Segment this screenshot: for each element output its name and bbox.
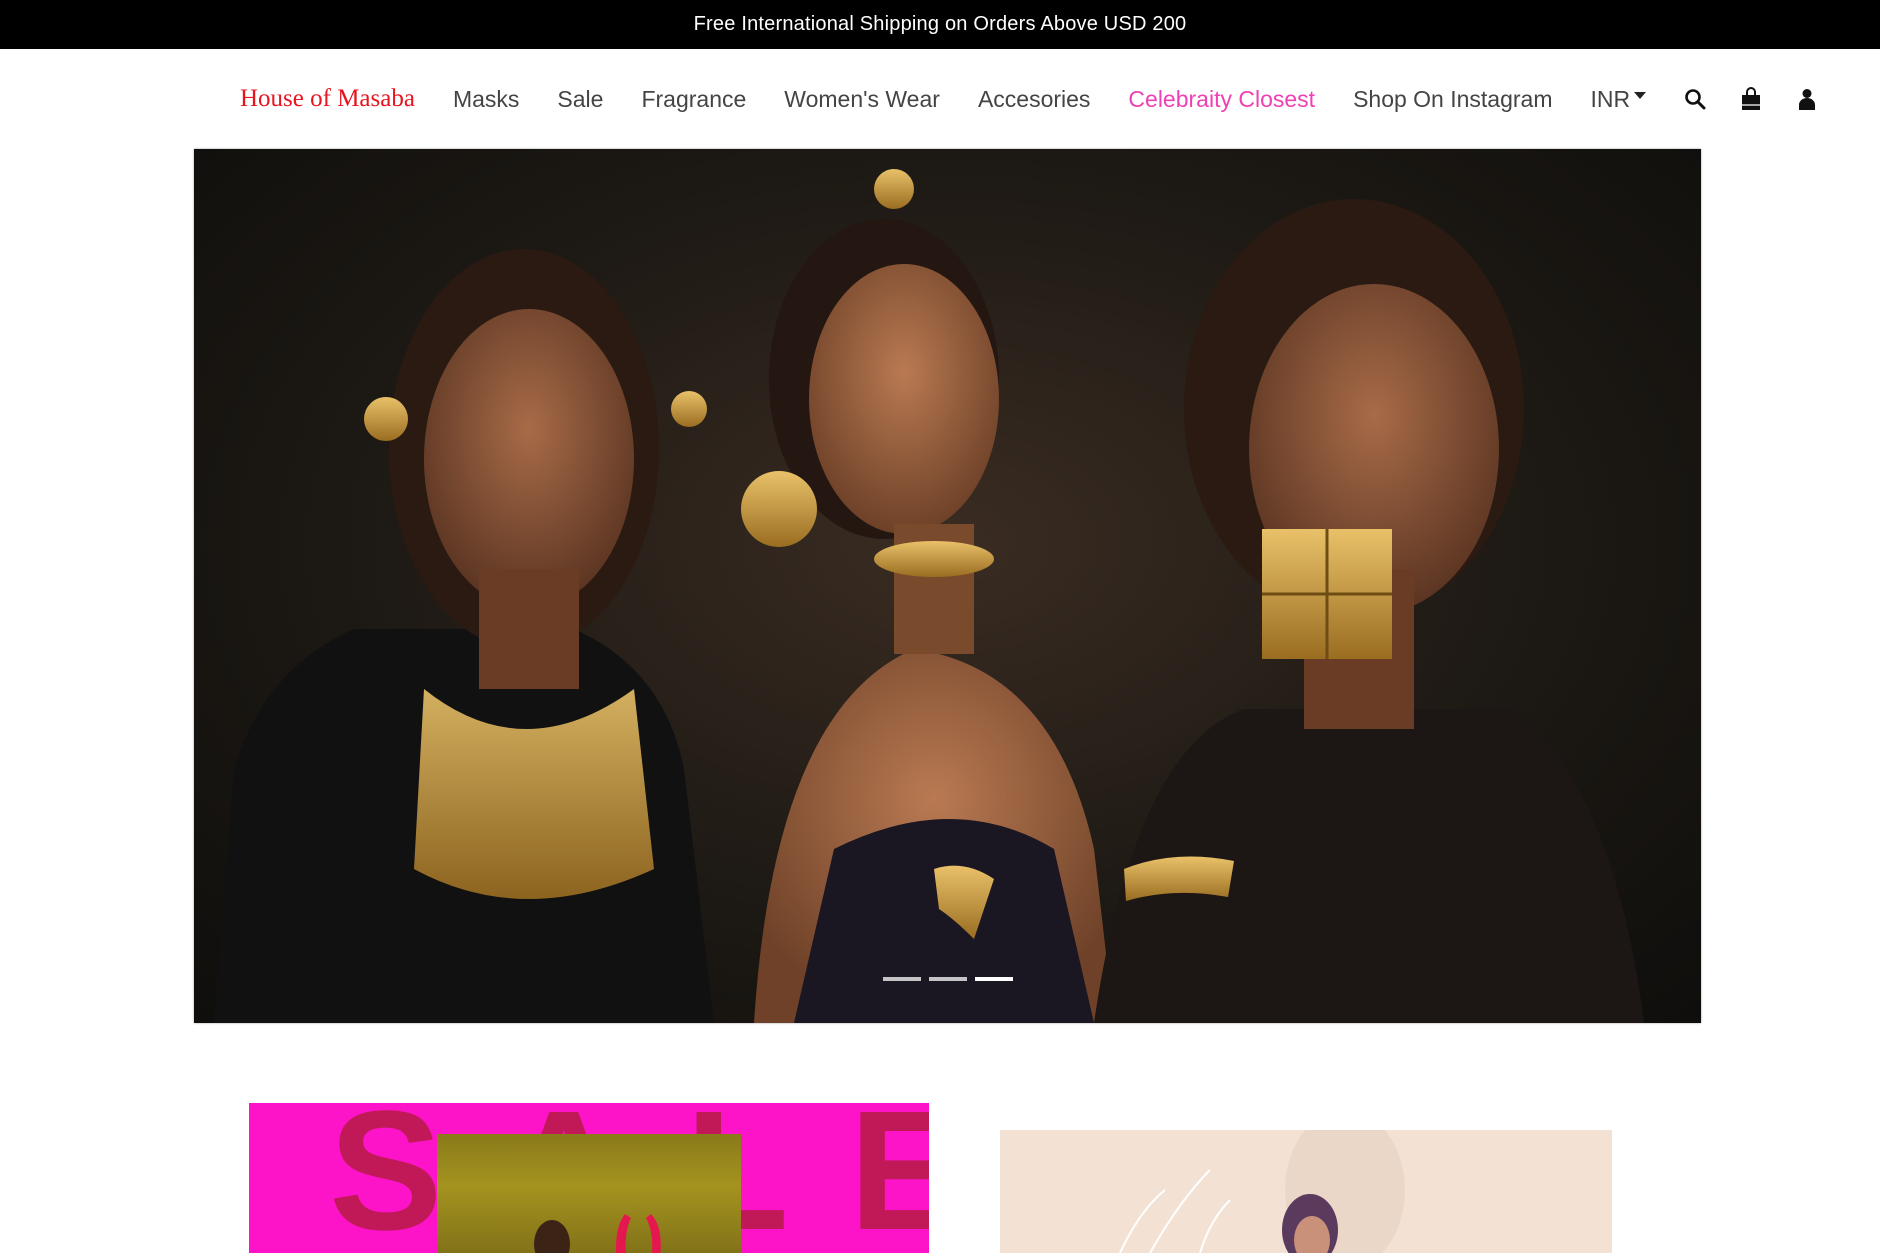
hero-carousel[interactable] <box>194 149 1701 1023</box>
carousel-dot-1[interactable] <box>882 977 921 981</box>
caret-down-icon <box>1634 91 1647 99</box>
user-icon[interactable] <box>1794 86 1820 112</box>
hero-image <box>214 169 1644 1023</box>
nav-item-accessories[interactable]: Accesories <box>978 86 1090 113</box>
announcement-bar: Free International Shipping on Orders Ab… <box>0 0 1880 49</box>
nav-item-celebrity-closet[interactable]: Celebraity Closest <box>1128 86 1315 113</box>
search-icon[interactable] <box>1682 86 1708 112</box>
carousel-dot-3[interactable] <box>974 977 1013 981</box>
main-header: House of Masaba Masks Sale Fragrance Wom… <box>0 49 1880 149</box>
nav-item-fragrance[interactable]: Fragrance <box>641 86 746 113</box>
currency-label: INR <box>1590 85 1631 112</box>
carousel-dot-2[interactable] <box>928 977 967 981</box>
nav-item-shop-on-instagram[interactable]: Shop On Instagram <box>1353 86 1552 113</box>
currency-selector[interactable]: INR <box>1591 86 1647 113</box>
brand-logo[interactable]: House of Masaba <box>240 85 415 113</box>
sale-promo-banner[interactable]: SALE <box>249 1103 929 1253</box>
collection-promo-banner[interactable] <box>1000 1130 1612 1253</box>
main-nav: House of Masaba Masks Sale Fragrance Wom… <box>240 49 1850 149</box>
nav-item-sale[interactable]: Sale <box>557 86 603 113</box>
announcement-text: Free International Shipping on Orders Ab… <box>693 13 1187 35</box>
sale-promo-image <box>437 1134 741 1253</box>
carousel-indicators <box>194 977 1701 981</box>
collection-promo-image <box>1119 1130 1405 1253</box>
nav-item-womens-wear[interactable]: Women's Wear <box>784 86 940 113</box>
nav-item-masks[interactable]: Masks <box>453 86 519 113</box>
shopping-bag-icon[interactable] <box>1738 86 1764 112</box>
